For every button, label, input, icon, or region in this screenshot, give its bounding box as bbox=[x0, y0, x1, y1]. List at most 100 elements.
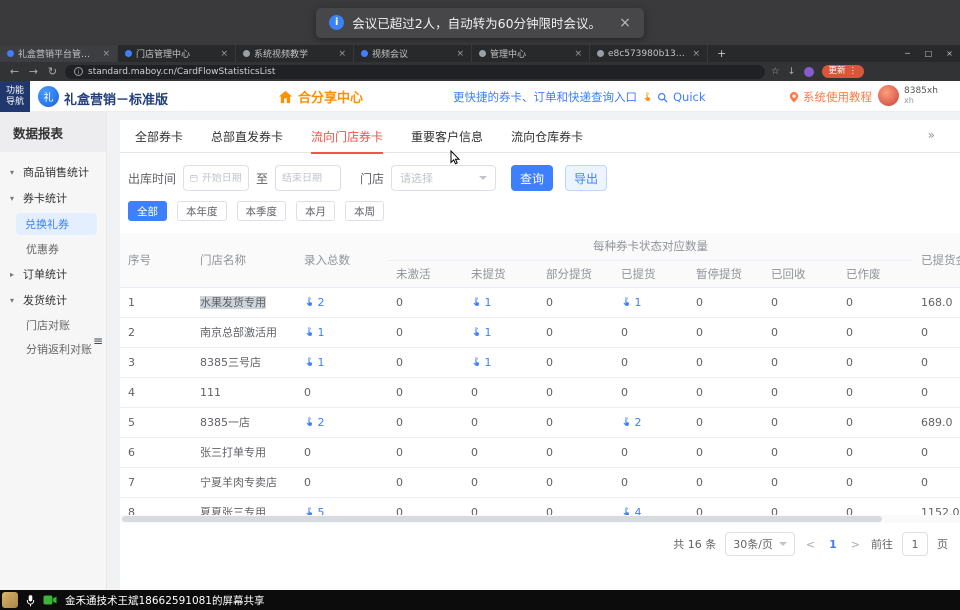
link-count: 1 bbox=[485, 326, 492, 339]
tab-close-icon[interactable]: × bbox=[338, 49, 346, 59]
share-center-link[interactable]: 合分享中心 bbox=[278, 87, 363, 106]
tab-close-icon[interactable]: × bbox=[102, 49, 110, 59]
tutorial-label: 系统使用教程 bbox=[803, 89, 872, 105]
window-maximize-button[interactable]: □ bbox=[918, 49, 939, 58]
sidebar-group[interactable]: ▾商品销售统计 bbox=[0, 159, 106, 185]
quick-filter-button[interactable]: 全部 bbox=[128, 201, 167, 221]
cell-status[interactable]: 1 bbox=[463, 317, 538, 347]
content-tab[interactable]: 重要客户信息 bbox=[411, 120, 483, 153]
browser-update-button[interactable]: 更新 ⋮ bbox=[822, 65, 865, 78]
user-block[interactable]: 8385xh xh bbox=[878, 85, 938, 106]
search-button[interactable]: 查询 bbox=[511, 165, 553, 191]
goto-page-input[interactable] bbox=[902, 532, 928, 556]
page-number[interactable]: 1 bbox=[826, 538, 840, 551]
browser-tab[interactable]: 视频会议× bbox=[354, 45, 472, 62]
table-body: 1水果发货专用 20 10 1000168.02南京总部激活用 10 10000… bbox=[120, 287, 960, 515]
cell-status[interactable]: 1 bbox=[463, 347, 538, 377]
cell-status: 0 bbox=[763, 407, 838, 437]
export-button[interactable]: 导出 bbox=[565, 165, 607, 191]
sidebar-item[interactable]: 门店对账 bbox=[0, 313, 106, 337]
sidebar-collapse-icon[interactable]: ≡ bbox=[93, 334, 103, 348]
cell-status[interactable]: 2 bbox=[613, 407, 688, 437]
browser-tab[interactable]: 门店管理中心× bbox=[118, 45, 236, 62]
start-date-input[interactable] bbox=[202, 173, 242, 184]
share-app-icon bbox=[2, 592, 18, 608]
sidebar-item[interactable]: 优惠券 bbox=[0, 237, 106, 261]
page-size-select[interactable]: 30条/页 bbox=[725, 532, 795, 556]
prev-page-button[interactable]: < bbox=[804, 538, 817, 551]
cell-status[interactable]: 1 bbox=[613, 287, 688, 317]
sidebar-group[interactable]: ▾券卡统计 bbox=[0, 185, 106, 211]
forward-icon[interactable]: → bbox=[27, 66, 40, 77]
function-nav-toggle[interactable]: 功能 导航 bbox=[0, 81, 30, 112]
cell-store-name[interactable]: 111 bbox=[192, 377, 296, 407]
quick-filter-button[interactable]: 本月 bbox=[296, 201, 335, 221]
cell-total[interactable]: 1 bbox=[296, 317, 388, 347]
content-tab[interactable]: 总部直发券卡 bbox=[211, 120, 283, 153]
store-select[interactable]: 请选择 bbox=[391, 165, 496, 191]
next-page-button[interactable]: > bbox=[849, 538, 862, 551]
toast-close-icon[interactable]: × bbox=[619, 15, 631, 31]
content-tab[interactable]: 流向仓库券卡 bbox=[511, 120, 583, 153]
url-field[interactable]: i standard.maboy.cn/CardFlowStatisticsLi… bbox=[65, 65, 765, 79]
end-date-picker[interactable] bbox=[275, 165, 341, 191]
download-icon[interactable]: ↓ bbox=[788, 67, 796, 77]
window-close-button[interactable]: × bbox=[939, 49, 960, 58]
bookmark-star-icon[interactable]: ☆ bbox=[771, 67, 780, 77]
cell-status[interactable]: 4 bbox=[613, 497, 688, 515]
scrollbar-thumb[interactable] bbox=[122, 516, 882, 522]
cell-total[interactable]: 1 bbox=[296, 347, 388, 377]
quick-filter-button[interactable]: 本季度 bbox=[237, 201, 287, 221]
content-tab[interactable]: 流向门店券卡 bbox=[311, 120, 383, 153]
quick-filter-button[interactable]: 本年度 bbox=[177, 201, 227, 221]
cell-store-name[interactable]: 张三打单专用 bbox=[192, 437, 296, 467]
cell-total[interactable]: 5 bbox=[296, 497, 388, 515]
tutorial-link[interactable]: 系统使用教程 bbox=[789, 89, 872, 105]
tab-close-icon[interactable]: × bbox=[574, 49, 582, 59]
quick-filter-button[interactable]: 本周 bbox=[345, 201, 384, 221]
back-icon[interactable]: ← bbox=[8, 66, 21, 77]
brand-title: 礼盒营销－标准版 bbox=[64, 89, 168, 108]
microphone-icon[interactable] bbox=[26, 594, 35, 607]
content-tab[interactable]: 全部券卡 bbox=[135, 120, 183, 153]
cell-status[interactable]: 1 bbox=[463, 287, 538, 317]
browser-tab[interactable]: e8c573980b1328a2586d2e6...× bbox=[590, 45, 708, 62]
addressbar-icons: ☆ ↓ 更新 ⋮ bbox=[771, 65, 864, 78]
quick-entry[interactable]: 更快捷的券卡、订单和快递查询入口 Quick bbox=[453, 89, 706, 105]
cell-store-name[interactable]: 宁夏羊肉专卖店 bbox=[192, 467, 296, 497]
cell-store-name[interactable]: 8385一店 bbox=[192, 407, 296, 437]
sidebar-item[interactable]: 兑换礼券 bbox=[16, 213, 97, 235]
tab-close-icon[interactable]: × bbox=[220, 49, 228, 59]
browser-tab[interactable]: 系统视频教学× bbox=[236, 45, 354, 62]
cell-store-name[interactable]: 水果发货专用 bbox=[192, 287, 296, 317]
sidebar-group[interactable]: ▾发货统计 bbox=[0, 287, 106, 313]
goto-unit: 页 bbox=[937, 536, 948, 552]
camera-icon[interactable] bbox=[43, 595, 57, 605]
cell-status: 0 bbox=[538, 467, 613, 497]
browser-tab[interactable]: 管理中心× bbox=[472, 45, 590, 62]
window-minimize-button[interactable]: ─ bbox=[897, 49, 918, 58]
start-date-picker[interactable] bbox=[183, 165, 249, 191]
sidebar-group[interactable]: ▸订单统计 bbox=[0, 261, 106, 287]
tab-close-icon[interactable]: × bbox=[692, 49, 700, 59]
cell-store-name[interactable]: 南京总部激活用 bbox=[192, 317, 296, 347]
sidebar-item[interactable]: 分销返利对账 bbox=[0, 337, 106, 361]
cell-status: 0 bbox=[763, 467, 838, 497]
cell-store-name[interactable]: 8385三号店 bbox=[192, 347, 296, 377]
cell-total[interactable]: 2 bbox=[296, 287, 388, 317]
cell-status: 0 bbox=[688, 497, 763, 515]
cell-store-name[interactable]: 夏夏张三专用 bbox=[192, 497, 296, 515]
new-tab-button[interactable]: + bbox=[708, 45, 735, 62]
reload-icon[interactable]: ↻ bbox=[46, 66, 59, 77]
browser-tab[interactable]: 礼盒营销平台管理中心× bbox=[0, 45, 118, 62]
profile-avatar-icon[interactable] bbox=[804, 67, 814, 77]
tab-favicon bbox=[361, 50, 368, 57]
horizontal-scrollbar[interactable] bbox=[120, 515, 960, 523]
end-date-input[interactable] bbox=[282, 173, 334, 184]
site-info-icon[interactable]: i bbox=[74, 67, 83, 76]
cell-total[interactable]: 2 bbox=[296, 407, 388, 437]
tab-favicon bbox=[597, 50, 604, 57]
panel-collapse-icon[interactable]: » bbox=[928, 128, 933, 142]
tab-close-icon[interactable]: × bbox=[456, 49, 464, 59]
sidebar-group-label: 发货统计 bbox=[23, 292, 67, 308]
